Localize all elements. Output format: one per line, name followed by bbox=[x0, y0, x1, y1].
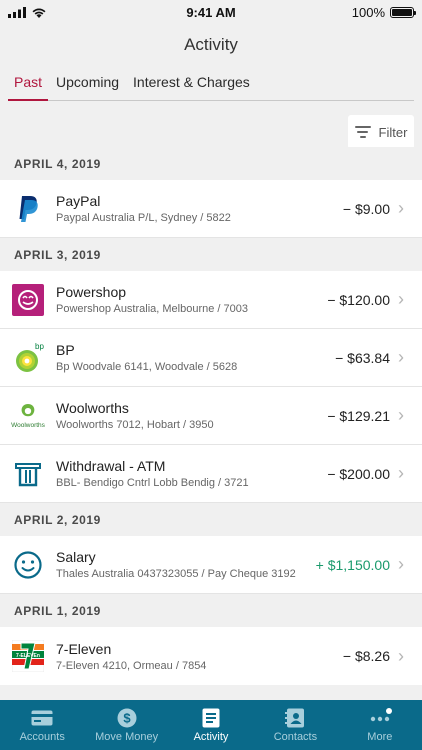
nav-move-money[interactable]: $ Move Money bbox=[84, 700, 168, 750]
transaction-row-bp[interactable]: bp BP Bp Woodvale 6141, Woodvale / 5628 … bbox=[0, 329, 422, 387]
amount-sign: − bbox=[335, 349, 344, 366]
card-icon bbox=[31, 708, 53, 728]
tab-upcoming[interactable]: Upcoming bbox=[50, 66, 125, 101]
tab-past[interactable]: Past bbox=[8, 66, 49, 101]
contacts-icon bbox=[285, 708, 305, 728]
transaction-amount: − $200.00 bbox=[327, 466, 398, 482]
chevron-right-icon: › bbox=[398, 347, 404, 367]
amount-sign: − bbox=[327, 291, 336, 308]
tab-bar: Past Upcoming Interest & Charges bbox=[8, 66, 414, 101]
woolworths-logo-text: Woolworths bbox=[11, 422, 46, 429]
transaction-name: Woolworths bbox=[56, 400, 129, 416]
status-left bbox=[8, 6, 128, 18]
date-header: APRIL 4, 2019 bbox=[0, 147, 422, 180]
filter-label: Filter bbox=[378, 124, 408, 140]
woolworths-logo: Woolworths bbox=[0, 400, 56, 432]
amount-sign: − bbox=[342, 648, 352, 664]
tab-interest-charges[interactable]: Interest & Charges bbox=[127, 66, 256, 101]
svg-text:$: $ bbox=[123, 710, 131, 725]
bp-logo: bp bbox=[0, 341, 56, 375]
nav-label: Contacts bbox=[273, 730, 318, 743]
amount-value: $9.00 bbox=[354, 200, 390, 217]
amount-value: $63.84 bbox=[347, 349, 390, 366]
nav-more[interactable]: More bbox=[338, 700, 422, 750]
chevron-right-icon: › bbox=[398, 289, 404, 309]
battery-icon bbox=[390, 6, 416, 18]
status-bar: 9:41 AM 100% bbox=[0, 0, 422, 24]
transaction-name: 7-Eleven bbox=[56, 640, 112, 657]
date-header: APRIL 3, 2019 bbox=[0, 238, 422, 271]
transaction-row-seven-eleven[interactable]: 7-ELEVEn 7-Eleven 7-Eleven 4210, Ormeau … bbox=[0, 627, 422, 685]
document-icon bbox=[202, 708, 220, 728]
amount-sign: − bbox=[327, 407, 336, 424]
atm-icon bbox=[0, 460, 56, 488]
transaction-amount: + $1,150.00 bbox=[316, 557, 398, 573]
filter-button[interactable]: Filter bbox=[348, 115, 414, 149]
transaction-description: Woolworths 7012, Hobart / 3950 bbox=[56, 419, 214, 431]
powershop-logo bbox=[0, 283, 56, 316]
nav-label: More bbox=[367, 730, 393, 743]
battery-percent: 100% bbox=[351, 4, 385, 20]
wifi-icon bbox=[32, 8, 46, 18]
chevron-right-icon: › bbox=[398, 463, 404, 483]
nav-label: Activity bbox=[193, 730, 229, 743]
transaction-list: APRIL 4, 2019 PayPal Paypal Australia P/… bbox=[0, 147, 422, 685]
transaction-amount: − $129.21 bbox=[327, 408, 398, 424]
nav-contacts[interactable]: Contacts bbox=[253, 700, 337, 750]
transaction-name: Withdrawal - ATM bbox=[56, 458, 166, 474]
more-icon bbox=[368, 707, 392, 728]
amount-value: $129.21 bbox=[339, 407, 390, 424]
transaction-name: PayPal bbox=[56, 193, 101, 209]
amount-value: $1,150.00 bbox=[327, 556, 390, 573]
amount-value: $200.00 bbox=[339, 465, 390, 482]
transaction-description: 7-Eleven 4210, Ormeau / 7854 bbox=[56, 659, 207, 672]
transaction-name: BP bbox=[56, 342, 75, 358]
smiley-icon bbox=[0, 550, 56, 580]
transaction-description: Powershop Australia, Melbourne / 7003 bbox=[56, 303, 249, 315]
chevron-right-icon: › bbox=[398, 198, 404, 218]
transaction-name: Powershop bbox=[56, 284, 127, 300]
transaction-amount: − $8.26 bbox=[343, 648, 398, 664]
transaction-name: Salary bbox=[56, 549, 96, 565]
amount-sign: − bbox=[327, 465, 336, 482]
nav-label: Accounts bbox=[19, 730, 65, 743]
transaction-amount: − $63.84 bbox=[335, 350, 398, 366]
paypal-logo bbox=[0, 195, 56, 223]
transaction-amount: − $120.00 bbox=[327, 292, 398, 308]
seven-eleven-logo: 7-ELEVEn bbox=[0, 640, 56, 672]
transaction-row-paypal[interactable]: PayPal Paypal Australia P/L, Sydney / 58… bbox=[0, 180, 422, 238]
bottom-nav: Accounts $ Move Money Activity Contacts … bbox=[0, 700, 422, 750]
transaction-description: BBL- Bendigo Cntrl Lobb Bendig / 3721 bbox=[56, 477, 249, 489]
transaction-row-powershop[interactable]: Powershop Powershop Australia, Melbourne… bbox=[0, 271, 422, 329]
seven-eleven-logo-text: 7-ELEVEn bbox=[16, 653, 40, 659]
transaction-row-woolworths[interactable]: Woolworths Woolworths Woolworths 7012, H… bbox=[0, 387, 422, 445]
transaction-description: Bp Woodvale 6141, Woodvale / 5628 bbox=[56, 361, 238, 373]
chevron-right-icon: › bbox=[398, 554, 404, 574]
chevron-right-icon: › bbox=[398, 645, 404, 666]
transaction-description: Thales Australia 0437323055 / Pay Cheque… bbox=[56, 568, 296, 580]
filter-icon bbox=[354, 126, 371, 138]
date-header: APRIL 1, 2019 bbox=[0, 594, 422, 627]
amount-sign: + bbox=[315, 556, 324, 573]
notification-dot bbox=[385, 707, 392, 714]
transaction-row-atm[interactable]: Withdrawal - ATM BBL- Bendigo Cntrl Lobb… bbox=[0, 445, 422, 503]
page-title: Activity bbox=[184, 35, 238, 54]
nav-label: Move Money bbox=[95, 730, 159, 743]
status-time: 9:41 AM bbox=[186, 4, 236, 20]
transaction-row-salary[interactable]: Salary Thales Australia 0437323055 / Pay… bbox=[0, 536, 422, 594]
transaction-amount: − $9.00 bbox=[343, 201, 398, 217]
nav-accounts[interactable]: Accounts bbox=[0, 700, 84, 750]
transaction-description: Paypal Australia P/L, Sydney / 5822 bbox=[56, 212, 231, 224]
amount-sign: − bbox=[342, 200, 352, 217]
amount-value: $120.00 bbox=[339, 291, 390, 308]
signal-icon bbox=[8, 6, 26, 18]
status-right: 100% bbox=[294, 4, 416, 20]
amount-value: $8.26 bbox=[354, 648, 390, 664]
dollar-icon: $ bbox=[117, 708, 137, 728]
date-header: APRIL 2, 2019 bbox=[0, 503, 422, 536]
chevron-right-icon: › bbox=[398, 405, 404, 425]
bp-logo-text: bp bbox=[35, 342, 44, 351]
nav-activity[interactable]: Activity bbox=[169, 700, 253, 750]
